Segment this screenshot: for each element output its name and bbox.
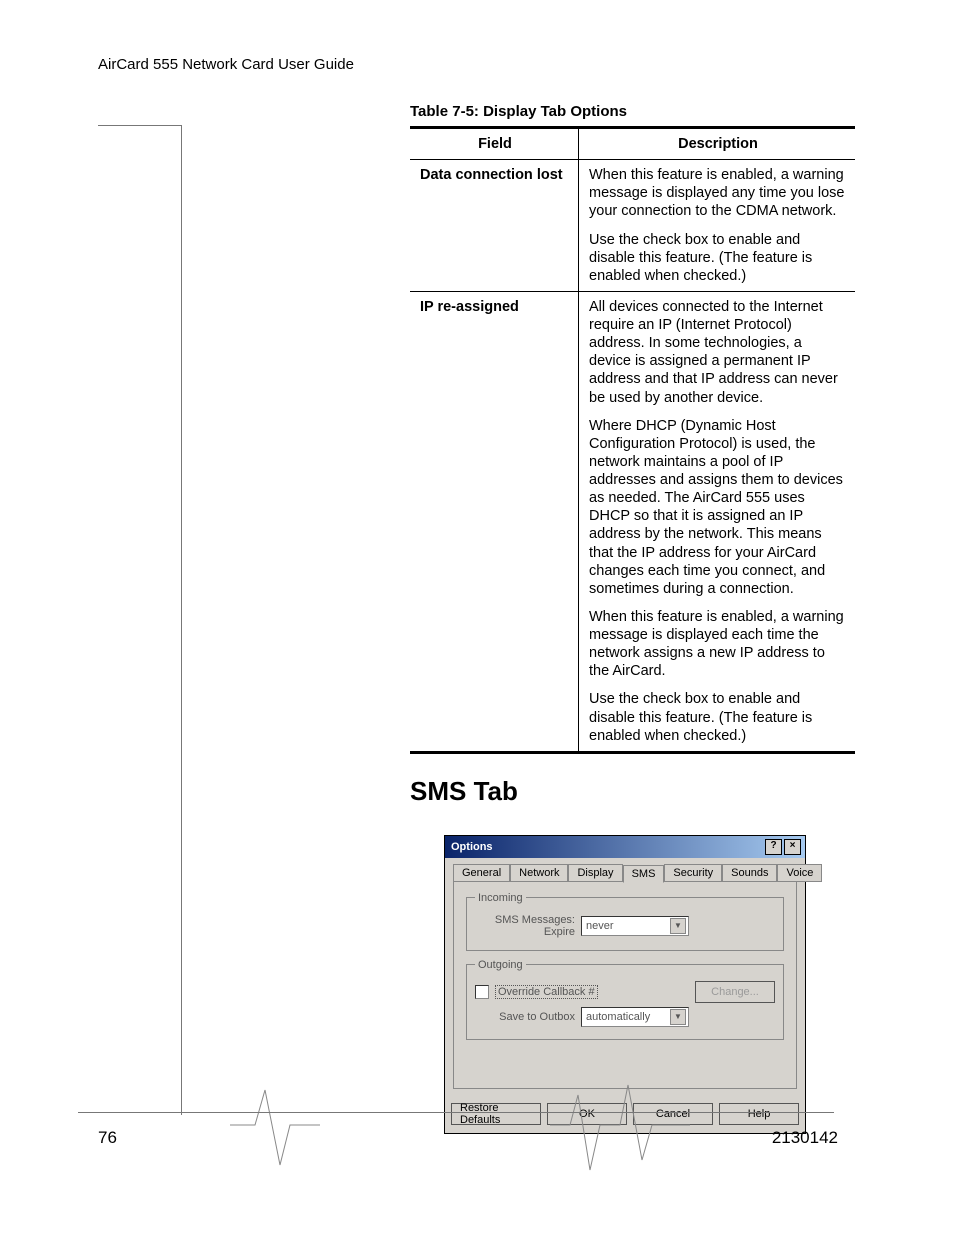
section-heading-sms-tab: SMS Tab	[410, 776, 855, 807]
override-callback-label: Override Callback #	[495, 985, 598, 999]
row-field: IP re-assigned	[410, 291, 579, 752]
chevron-down-icon: ▼	[670, 918, 686, 934]
tab-security[interactable]: Security	[664, 864, 722, 882]
save-to-outbox-value: automatically	[586, 1011, 650, 1023]
row-field: Data connection lost	[410, 160, 579, 292]
sms-expire-value: never	[586, 920, 614, 932]
row-desc-para: Use the check box to enable and disable …	[589, 690, 847, 744]
row-desc-para: When this feature is enabled, a warning …	[589, 608, 847, 681]
save-to-outbox-select[interactable]: automatically ▼	[581, 1007, 689, 1027]
tab-general[interactable]: General	[453, 864, 510, 882]
row-desc-para: When this feature is enabled, a warning …	[589, 166, 847, 220]
tab-sounds[interactable]: Sounds	[722, 864, 777, 882]
save-to-outbox-label: Save to Outbox	[475, 1011, 575, 1023]
footer-rule	[78, 1112, 834, 1113]
display-tab-options-table: Field Description Data connection lost W…	[410, 126, 855, 754]
tab-voice[interactable]: Voice	[777, 864, 822, 882]
dialog-title: Options	[451, 841, 493, 853]
tab-network[interactable]: Network	[510, 864, 568, 882]
context-help-button[interactable]: ?	[765, 839, 782, 855]
sms-tab-panel: Incoming SMS Messages: Expire never ▼ Ou…	[453, 881, 797, 1089]
table-row: Data connection lost When this feature i…	[410, 160, 855, 292]
left-margin-frame	[98, 125, 182, 1115]
table-row: IP re-assigned All devices connected to …	[410, 291, 855, 752]
row-description: All devices connected to the Internet re…	[579, 291, 856, 752]
sms-expire-label: SMS Messages: Expire	[475, 914, 575, 938]
help-button[interactable]: Help	[719, 1103, 799, 1125]
change-button[interactable]: Change...	[695, 981, 775, 1003]
chevron-down-icon: ▼	[670, 1009, 686, 1025]
row-description: When this feature is enabled, a warning …	[579, 160, 856, 292]
col-header-description: Description	[579, 128, 856, 160]
incoming-legend: Incoming	[475, 892, 526, 904]
incoming-group: Incoming SMS Messages: Expire never ▼	[466, 892, 784, 951]
override-callback-checkbox[interactable]	[475, 985, 489, 999]
sms-expire-select[interactable]: never ▼	[581, 916, 689, 936]
row-desc-para: Use the check box to enable and disable …	[589, 231, 847, 285]
outgoing-group: Outgoing Override Callback # Change... S…	[466, 959, 784, 1040]
row-desc-para: Where DHCP (Dynamic Host Configuration P…	[589, 417, 847, 598]
running-header: AirCard 555 Network Card User Guide	[98, 56, 856, 73]
dialog-titlebar[interactable]: Options ? ×	[445, 836, 805, 858]
tab-sms[interactable]: SMS	[623, 865, 665, 883]
table-caption: Table 7-5: Display Tab Options	[410, 103, 855, 120]
tab-display[interactable]: Display	[568, 864, 622, 882]
close-button[interactable]: ×	[784, 839, 801, 855]
decorative-wave-icon	[230, 1075, 320, 1175]
outgoing-legend: Outgoing	[475, 959, 526, 971]
restore-defaults-button[interactable]: Restore Defaults	[451, 1103, 541, 1125]
document-number: 2130142	[772, 1128, 838, 1148]
row-desc-para: All devices connected to the Internet re…	[589, 298, 847, 407]
decorative-wave-icon	[550, 1075, 690, 1175]
page-number: 76	[98, 1128, 117, 1148]
col-header-field: Field	[410, 128, 579, 160]
